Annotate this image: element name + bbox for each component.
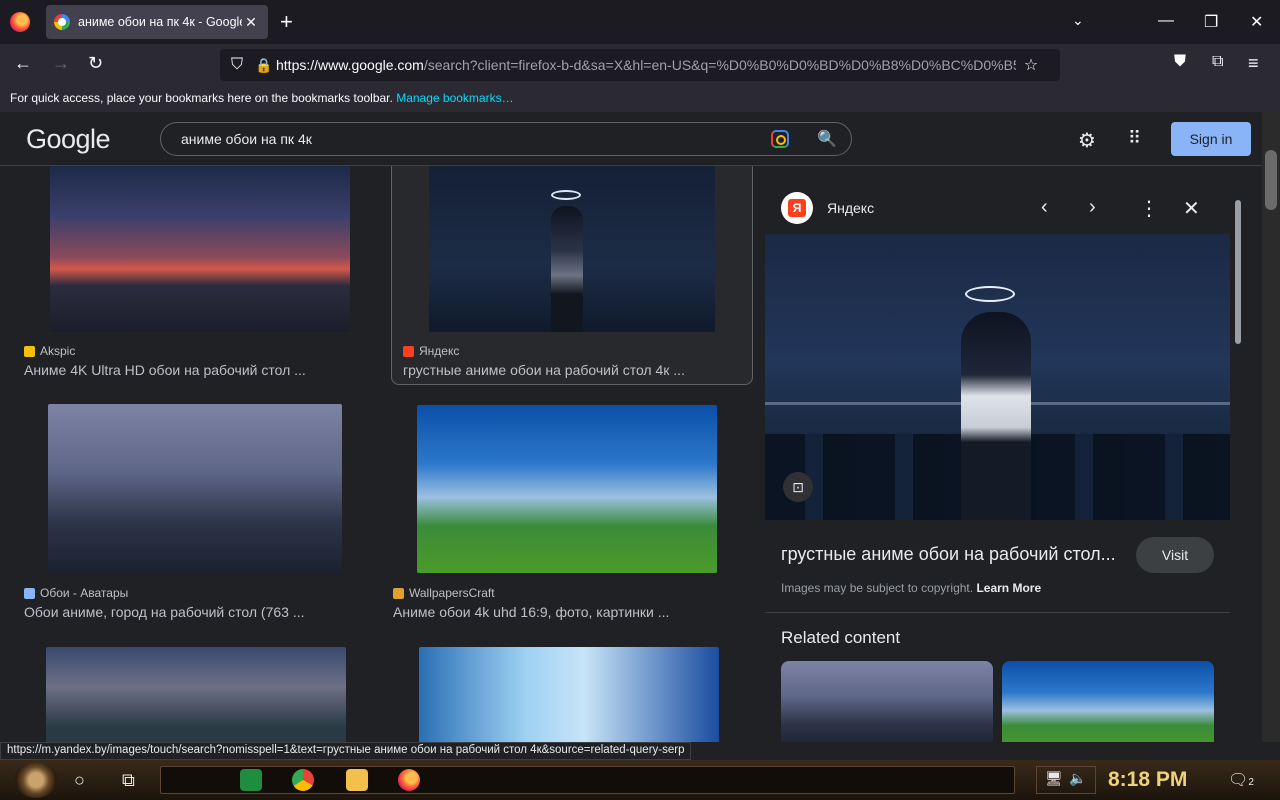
result-image-6[interactable] [419, 647, 719, 742]
result-source-2[interactable]: Яндекс [403, 344, 459, 358]
file-explorer-icon[interactable] [346, 769, 368, 791]
google-header: Google 🔍 ⚙ ⠿ Sign in [0, 112, 1262, 166]
oboi-favicon-icon [24, 587, 35, 599]
clock[interactable]: 8:18 PM [1108, 768, 1187, 792]
yandex-logo-icon: Я [781, 192, 813, 224]
taskbar: ○ ⧉ 🖥 🔈 8:18 PM 🗨2 [0, 760, 1280, 800]
result-image-5[interactable] [46, 647, 346, 742]
url-text[interactable]: https://www.google.com/search?client=fir… [276, 57, 1016, 73]
result-title-1[interactable]: Аниме 4K Ultra HD обои на рабочий стол .… [24, 362, 306, 378]
bookmarks-hint: For quick access, place your bookmarks h… [10, 91, 393, 105]
result-title-4[interactable]: Аниме обои 4k uhd 16:9, фото, картинки .… [393, 604, 669, 620]
firefox-app-icon[interactable] [398, 769, 420, 791]
extensions-icon[interactable]: ⧉ [1212, 53, 1223, 71]
close-panel-icon[interactable]: ✕ [1183, 196, 1200, 221]
result-image-2[interactable] [429, 166, 715, 332]
notifications-icon[interactable]: 🗨2 [1228, 770, 1254, 790]
system-tray: 🖥 🔈 [1036, 766, 1096, 794]
image-preview-panel: Я Яндекс ‹ › ⋮ ✕ ⊡ грустные аниме обои н… [765, 180, 1250, 742]
taskbar-apps-area [160, 766, 1015, 794]
google-lens-icon[interactable] [771, 130, 789, 148]
related-content-heading: Related content [781, 628, 901, 647]
reload-icon[interactable]: ↻ [88, 53, 103, 74]
search-box[interactable]: 🔍 [160, 122, 852, 156]
tab-strip: аниме обои на пк 4к - Google Search ✕ + … [0, 0, 1280, 44]
panel-source-name[interactable]: Яндекс [827, 200, 874, 216]
search-icon[interactable]: 🔍 [809, 129, 845, 149]
settings-gear-icon[interactable]: ⚙ [1078, 128, 1096, 153]
new-tab-button[interactable]: + [280, 10, 293, 34]
tracking-shield-icon[interactable]: ⛉ [222, 56, 252, 74]
bookmarks-toolbar: For quick access, place your bookmarks h… [0, 86, 1280, 112]
girl-figure [961, 312, 1031, 520]
result-image-4[interactable] [417, 405, 717, 573]
copyright-notice: Images may be subject to copyright. Lear… [781, 581, 1042, 595]
search-inside-image-icon[interactable]: ⊡ [783, 472, 813, 502]
result-title-2[interactable]: грустные аниме обои на рабочий стол 4к .… [403, 362, 685, 378]
bookmark-star-icon[interactable]: ☆ [1016, 55, 1046, 75]
restore-icon[interactable]: ❐ [1204, 12, 1218, 32]
akspic-favicon-icon [24, 345, 35, 357]
google-favicon-icon [54, 14, 70, 30]
result-title-3[interactable]: Обои аниме, город на рабочий стол (763 .… [24, 604, 305, 620]
result-source-1[interactable]: Akspic [24, 344, 75, 358]
close-window-icon[interactable]: ✕ [1250, 12, 1263, 32]
lock-icon[interactable]: 🔒 [252, 57, 276, 74]
panel-header: Я Яндекс ‹ › ⋮ ✕ [781, 192, 1231, 224]
search-input[interactable] [181, 131, 771, 147]
tab-title: аниме обои на пк 4к - Google Search [78, 15, 242, 29]
cortana-circle-icon[interactable]: ○ [74, 770, 85, 791]
image-results-grid: Akspic Аниме 4K Ultra HD обои на рабочий… [0, 166, 760, 742]
google-logo[interactable]: Google [26, 124, 111, 155]
chrome-app-icon[interactable] [292, 769, 314, 791]
tab-google-search[interactable]: аниме обои на пк 4к - Google Search ✕ [46, 5, 268, 39]
preview-image[interactable]: ⊡ [765, 234, 1230, 520]
panel-image-title[interactable]: грустные аниме обои на рабочий стол... [781, 544, 1131, 565]
back-arrow-icon[interactable]: ← [14, 53, 32, 74]
panel-scrollbar[interactable] [1232, 196, 1244, 742]
navigation-toolbar: ← → ↻ ⛉ 🔒 https://www.google.com/search?… [0, 44, 1280, 86]
volume-muted-icon[interactable]: 🔈 [1069, 770, 1086, 787]
manage-bookmarks-link[interactable]: Manage bookmarks… [396, 91, 513, 105]
visit-button[interactable]: Visit [1136, 537, 1214, 573]
address-bar[interactable]: ⛉ 🔒 https://www.google.com/search?client… [220, 49, 1060, 81]
sign-in-button[interactable]: Sign in [1171, 122, 1251, 156]
network-icon[interactable]: 🖥 [1045, 770, 1063, 787]
related-image-1[interactable] [781, 661, 993, 742]
panel-divider [765, 612, 1230, 613]
more-options-icon[interactable]: ⋮ [1139, 196, 1159, 221]
yandex-favicon-icon [403, 345, 414, 357]
result-image-1[interactable] [50, 166, 350, 332]
apps-grid-icon[interactable]: ⠿ [1128, 128, 1141, 149]
previous-chevron-icon[interactable]: ‹ [1041, 196, 1048, 219]
task-view-icon[interactable]: ⧉ [122, 770, 135, 791]
result-image-3[interactable] [48, 404, 342, 574]
start-button[interactable] [14, 762, 58, 798]
minimize-icon[interactable]: — [1158, 12, 1174, 30]
tab-close-icon[interactable]: ✕ [242, 14, 260, 31]
list-all-tabs-chevron-icon[interactable]: ⌄ [1072, 12, 1084, 29]
learn-more-link[interactable]: Learn More [976, 581, 1041, 595]
wallpaperscraft-favicon-icon [393, 587, 404, 599]
hamburger-menu-icon[interactable]: ≡ [1248, 53, 1259, 74]
firefox-menu-icon[interactable] [10, 12, 30, 32]
pocket-icon[interactable]: ⛊ [1174, 53, 1186, 71]
related-image-2[interactable] [1002, 661, 1214, 742]
sheets-app-icon[interactable] [240, 769, 262, 791]
page-scrollbar[interactable] [1262, 112, 1280, 742]
forward-arrow-icon[interactable]: → [52, 53, 70, 74]
result-source-4[interactable]: WallpapersCraft [393, 586, 495, 600]
link-status-bar: https://m.yandex.by/images/touch/search?… [0, 742, 692, 760]
halo [965, 286, 1015, 302]
result-source-3[interactable]: Обои - Аватары [24, 586, 128, 600]
next-chevron-icon[interactable]: › [1089, 196, 1096, 219]
